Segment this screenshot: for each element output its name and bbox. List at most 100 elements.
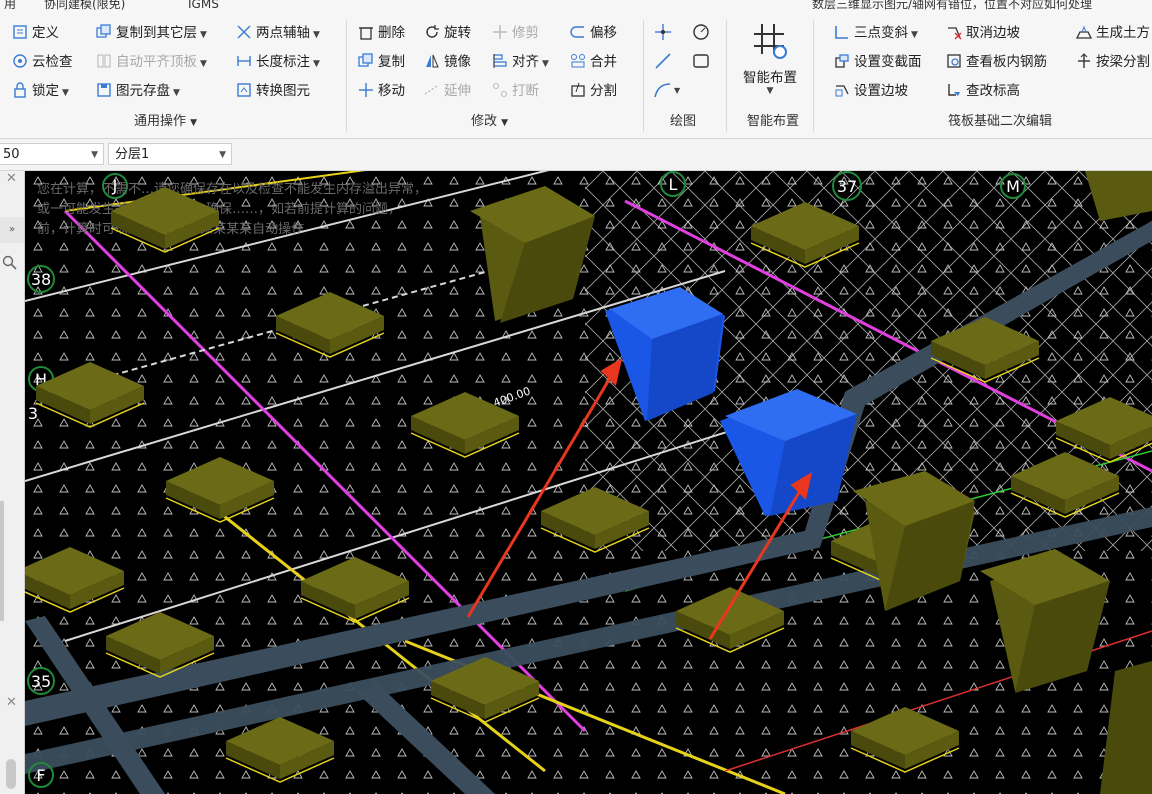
define-button[interactable]: 定义 bbox=[12, 22, 59, 44]
two-point-axis-label: 两点辅轴 bbox=[256, 25, 310, 41]
floor-select-value: 50 bbox=[3, 147, 20, 162]
check-elevation-label: 查改标高 bbox=[966, 83, 1020, 99]
mirror-icon bbox=[426, 54, 439, 68]
lock-button[interactable]: 锁定 ▼ bbox=[12, 80, 69, 102]
generate-earthwork-button[interactable]: 生成土方 bbox=[1076, 22, 1150, 44]
rotate-button[interactable]: 旋转 bbox=[424, 22, 471, 44]
delete-button[interactable]: 删除 bbox=[358, 22, 405, 44]
break-icon bbox=[493, 83, 507, 97]
group-draw: ▼ 绘图 bbox=[644, 14, 726, 138]
group-label-modify[interactable]: 修改 ▼ bbox=[471, 110, 508, 129]
chevron-down-icon: ▼ bbox=[190, 118, 198, 128]
copy-label: 复制 bbox=[378, 54, 405, 70]
group-label-general[interactable]: 通用操作 ▼ bbox=[134, 110, 197, 129]
define-label: 定义 bbox=[32, 25, 59, 41]
floor-select[interactable]: 50 ▼ bbox=[0, 143, 104, 165]
mirror-label: 镜像 bbox=[444, 54, 471, 70]
chevron-down-icon: ▼ bbox=[200, 30, 207, 40]
check-elevation-button[interactable]: 查改标高 bbox=[946, 80, 1020, 102]
split-button[interactable]: 分割 bbox=[570, 80, 617, 102]
line-draw-icon[interactable] bbox=[652, 51, 674, 71]
convert-element-button[interactable]: 转换图元 bbox=[236, 80, 310, 102]
set-edge-slope-button[interactable]: 设置边坡 bbox=[834, 80, 908, 102]
copy-to-layer-button[interactable]: 复制到其它层 ▼ bbox=[96, 22, 207, 44]
element-save-label: 图元存盘 bbox=[116, 83, 170, 99]
chevron-down-icon: ▼ bbox=[313, 30, 320, 40]
auto-flush-top-button[interactable]: 自动平齐顶板 ▼ bbox=[96, 51, 207, 73]
warning-line: 您在计算，不需不…请您确保存在以及检查不能发生内存溢出异常， bbox=[37, 181, 427, 197]
chevron-down-icon: ▼ bbox=[313, 59, 320, 69]
axis-label: 35 bbox=[31, 672, 51, 691]
ribbon: 定义 复制到其它层 ▼ 两点辅轴 ▼ 云检查 自动平齐顶板 ▼ 长度标注 ▼ 锁定 ▼ 图… bbox=[0, 14, 1152, 139]
viewport-scene[interactable]: J L 37 M 38 H 3 35 F 400.00 您在计算，不需不…请您确… bbox=[25, 171, 1152, 794]
expand-panel-icon[interactable]: » bbox=[0, 217, 24, 243]
two-point-axis-button[interactable]: 两点辅轴 ▼ bbox=[236, 22, 320, 44]
point-icon[interactable] bbox=[652, 22, 674, 42]
extend-button[interactable]: 延伸 bbox=[424, 80, 471, 102]
offset-icon bbox=[570, 26, 584, 38]
split-label: 分割 bbox=[590, 83, 617, 99]
chevron-down-icon: ▼ bbox=[173, 88, 180, 98]
cloud-check-button[interactable]: 云检查 bbox=[12, 51, 73, 73]
merge-label: 合并 bbox=[590, 54, 617, 70]
search-icon[interactable] bbox=[2, 255, 18, 271]
three-point-slope-label: 三点变斜 bbox=[854, 25, 908, 41]
group-general: 定义 复制到其它层 ▼ 两点辅轴 ▼ 云检查 自动平齐顶板 ▼ 长度标注 ▼ 锁定 ▼ 图… bbox=[0, 14, 346, 138]
group-label-draw: 绘图 bbox=[670, 114, 697, 129]
arc-draw-icon[interactable]: ▼ bbox=[652, 80, 682, 100]
layer-select[interactable]: 分层1 ▼ bbox=[108, 143, 232, 165]
scrollbar[interactable] bbox=[0, 501, 4, 621]
mirror-button[interactable]: 镜像 bbox=[424, 51, 471, 73]
element-save-button[interactable]: 图元存盘 ▼ bbox=[96, 80, 180, 102]
break-label: 打断 bbox=[512, 83, 539, 99]
split-beam-icon bbox=[1078, 53, 1090, 68]
variable-section-icon bbox=[835, 54, 849, 68]
lock-label: 锁定 bbox=[32, 83, 59, 99]
chevron-down-icon: ▼ bbox=[542, 59, 549, 69]
view-rebar-icon bbox=[947, 54, 961, 68]
circle-draw-icon[interactable] bbox=[690, 22, 712, 42]
split-icon bbox=[571, 82, 585, 97]
move-label: 移动 bbox=[378, 83, 405, 99]
rectangle-draw-icon[interactable] bbox=[690, 51, 712, 71]
length-dim-button[interactable]: 长度标注 ▼ bbox=[236, 51, 320, 73]
group-raft: 三点变斜 ▼ 取消边坡 生成土方 设置变截面 查看板内钢筋 按梁分割 设置边坡 查… bbox=[814, 14, 1152, 138]
menu-item-igms[interactable]: IGMS bbox=[188, 0, 219, 10]
move-button[interactable]: 移动 bbox=[358, 80, 405, 102]
axis-marker: 38 bbox=[27, 265, 55, 293]
view-rebar-button[interactable]: 查看板内钢筋 bbox=[946, 51, 1047, 73]
align-button[interactable]: 对齐 ▼ bbox=[492, 51, 549, 73]
scrollbar-thumb[interactable] bbox=[6, 759, 16, 789]
copy-button[interactable]: 复制 bbox=[358, 51, 405, 73]
chevron-down-icon: ▼ bbox=[911, 30, 918, 40]
three-point-slope-button[interactable]: 三点变斜 ▼ bbox=[834, 22, 918, 44]
3d-viewport[interactable]: J L 37 M 38 H 3 35 F 400.00 您在计算，不需不…请您确… bbox=[25, 171, 1152, 794]
close-icon[interactable]: ✕ bbox=[6, 695, 17, 710]
chevron-down-icon: ▼ bbox=[62, 88, 69, 98]
offset-button[interactable]: 偏移 bbox=[570, 22, 617, 44]
chevron-down-icon: ▼ bbox=[200, 59, 207, 69]
break-button[interactable]: 打断 bbox=[492, 80, 539, 102]
axis-label: F bbox=[36, 766, 45, 785]
close-icon[interactable]: ✕ bbox=[6, 171, 17, 186]
axis-marker: 37 bbox=[832, 171, 862, 201]
rotate-icon bbox=[426, 25, 439, 38]
axis-label: 38 bbox=[31, 270, 51, 289]
merge-button[interactable]: 合并 bbox=[570, 51, 617, 73]
smart-layout-icon bbox=[754, 24, 787, 59]
menu-item-use[interactable]: 用 bbox=[4, 0, 16, 10]
cancel-edge-slope-button[interactable]: 取消边坡 bbox=[946, 22, 1020, 44]
cloud-check-label: 云检查 bbox=[32, 54, 73, 70]
axis-label: 37 bbox=[837, 177, 857, 196]
smart-layout-button[interactable]: 智能布置 ▼ bbox=[731, 20, 809, 96]
left-panel: ✕ » ✕ bbox=[0, 171, 25, 794]
axis-label: M bbox=[1006, 177, 1020, 196]
axis-label: L bbox=[669, 175, 678, 194]
split-by-beam-button[interactable]: 按梁分割 bbox=[1076, 51, 1150, 73]
extend-icon bbox=[424, 85, 438, 95]
trim-button[interactable]: 修剪 bbox=[492, 22, 539, 44]
define-icon bbox=[13, 25, 27, 39]
set-variable-section-button[interactable]: 设置变截面 bbox=[834, 51, 922, 73]
menu-item-collab[interactable]: 协同建模(限免) bbox=[44, 0, 125, 10]
help-text[interactable]: 数层三维显示图元/轴网有错位，位置不对应如何处理 bbox=[812, 0, 1092, 10]
